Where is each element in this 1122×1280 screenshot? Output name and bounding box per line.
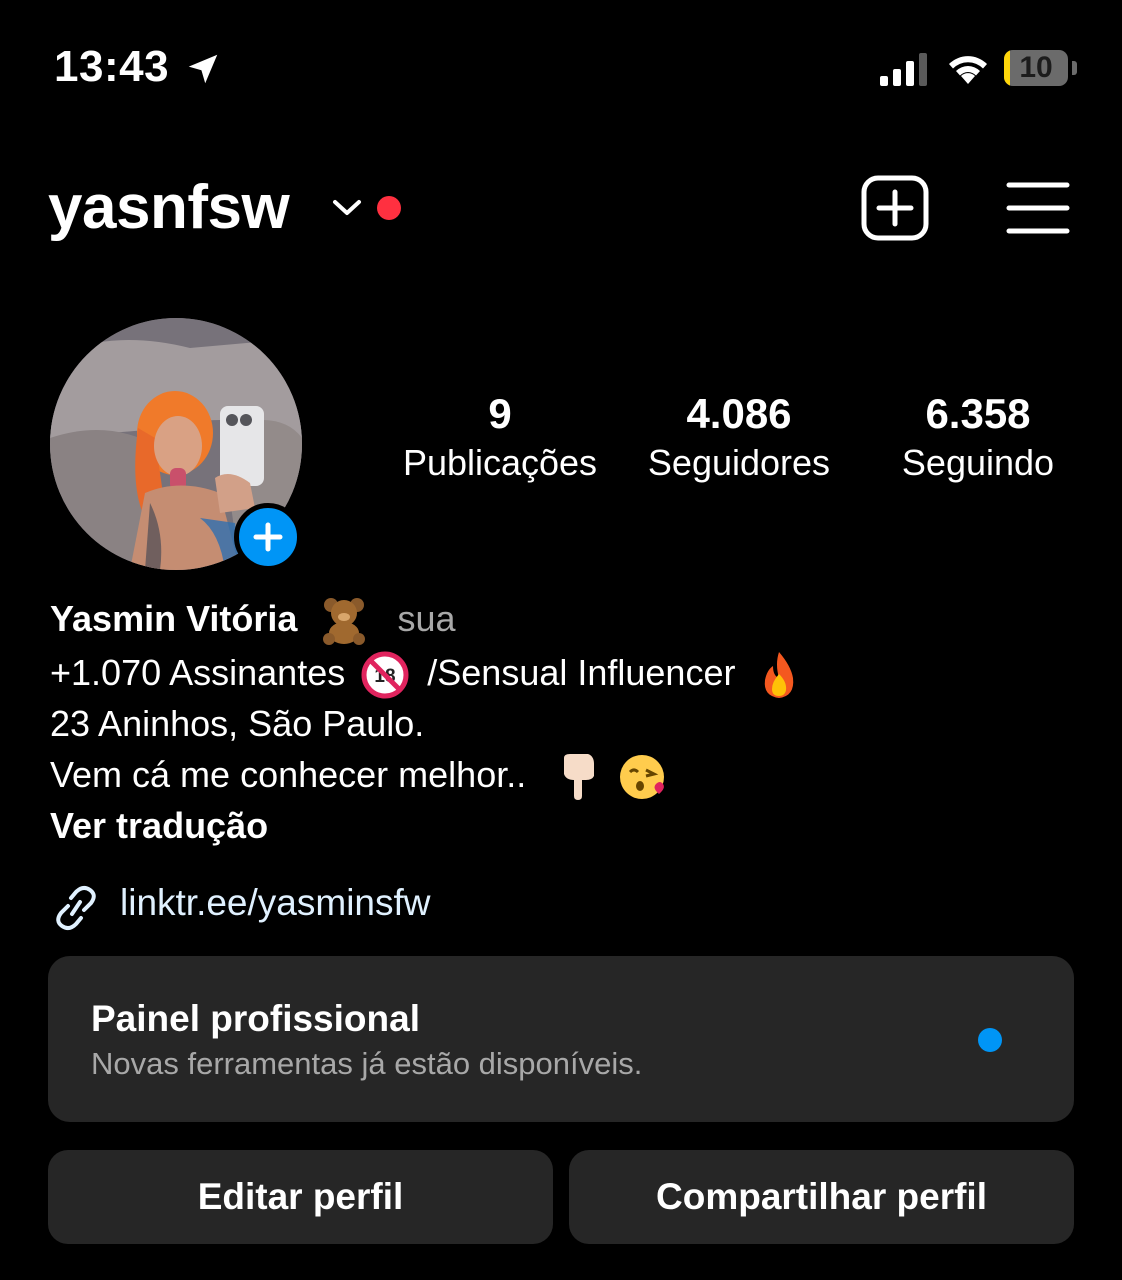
see-translation-link[interactable]: Ver tradução (50, 803, 268, 849)
stat-following[interactable]: 6.358 Seguindo (882, 388, 1074, 486)
status-bar: 13:43 10 (0, 0, 1122, 120)
edit-profile-button[interactable]: Editar perfil (48, 1150, 553, 1244)
stat-followers-label: Seguidores (647, 442, 831, 483)
bio-invite: Vem cá me conhecer melhor.. (50, 754, 527, 795)
link-icon (56, 885, 96, 931)
no-one-under-18-icon: 18 (361, 651, 409, 699)
battery-icon: 10 (1004, 50, 1080, 88)
stat-followers-count: 4.086 (686, 390, 792, 437)
bio-line-1: +1.070 Assinantes 18 /Sensual Influencer (50, 650, 803, 700)
stat-following-count: 6.358 (925, 390, 1031, 437)
stat-posts[interactable]: 9 Publicações (390, 388, 610, 486)
dashboard-subtitle: Novas ferramentas já estão disponíveis. (91, 1046, 643, 1081)
bio-subscribers: +1.070 Assinantes (50, 652, 346, 693)
dashboard-new-indicator (978, 1028, 1002, 1052)
menu-icon[interactable] (1006, 180, 1070, 236)
battery-cap (1072, 61, 1077, 75)
professional-dashboard-card[interactable]: Painel profissional Novas ferramentas já… (48, 956, 1074, 1122)
wifi-icon (949, 56, 987, 84)
battery-body: 10 (1004, 50, 1068, 86)
chevron-down-icon[interactable] (330, 196, 364, 220)
display-name: Yasmin Vitória (50, 598, 298, 639)
notification-dot (377, 196, 401, 220)
face-blowing-kiss-icon (620, 755, 665, 800)
stat-following-label: Seguindo (901, 442, 1055, 483)
status-time: 13:43 (54, 42, 170, 91)
battery-level: 10 (1019, 51, 1053, 84)
location-arrow-icon (188, 54, 218, 84)
bio-line-2: 23 Aninhos, São Paulo. (50, 703, 425, 744)
plus-icon (253, 522, 283, 552)
stat-posts-count: 9 (488, 390, 512, 437)
new-post-icon[interactable] (860, 174, 930, 242)
bio-link-text: linktr.ee/yasminsfw (120, 882, 431, 923)
fire-icon (765, 652, 794, 699)
pointing-down-icon (564, 754, 595, 801)
teddy-bear-icon (323, 598, 366, 646)
stat-followers[interactable]: 4.086 Seguidores (630, 388, 848, 486)
pronoun: sua (397, 598, 456, 639)
bio-line-3: Vem cá me conhecer melhor.. (50, 752, 668, 802)
stat-posts-label: Publicações (402, 442, 598, 483)
share-profile-button[interactable]: Compartilhar perfil (569, 1150, 1074, 1244)
dashboard-title: Painel profissional (91, 998, 420, 1039)
add-story-button[interactable] (234, 503, 302, 571)
bio-influencer: /Sensual Influencer (427, 652, 736, 693)
bio-name-line: Yasmin Vitória sua (50, 596, 456, 646)
cellular-signal-icon (880, 53, 927, 86)
username-title[interactable]: yasnfsw (48, 172, 290, 243)
